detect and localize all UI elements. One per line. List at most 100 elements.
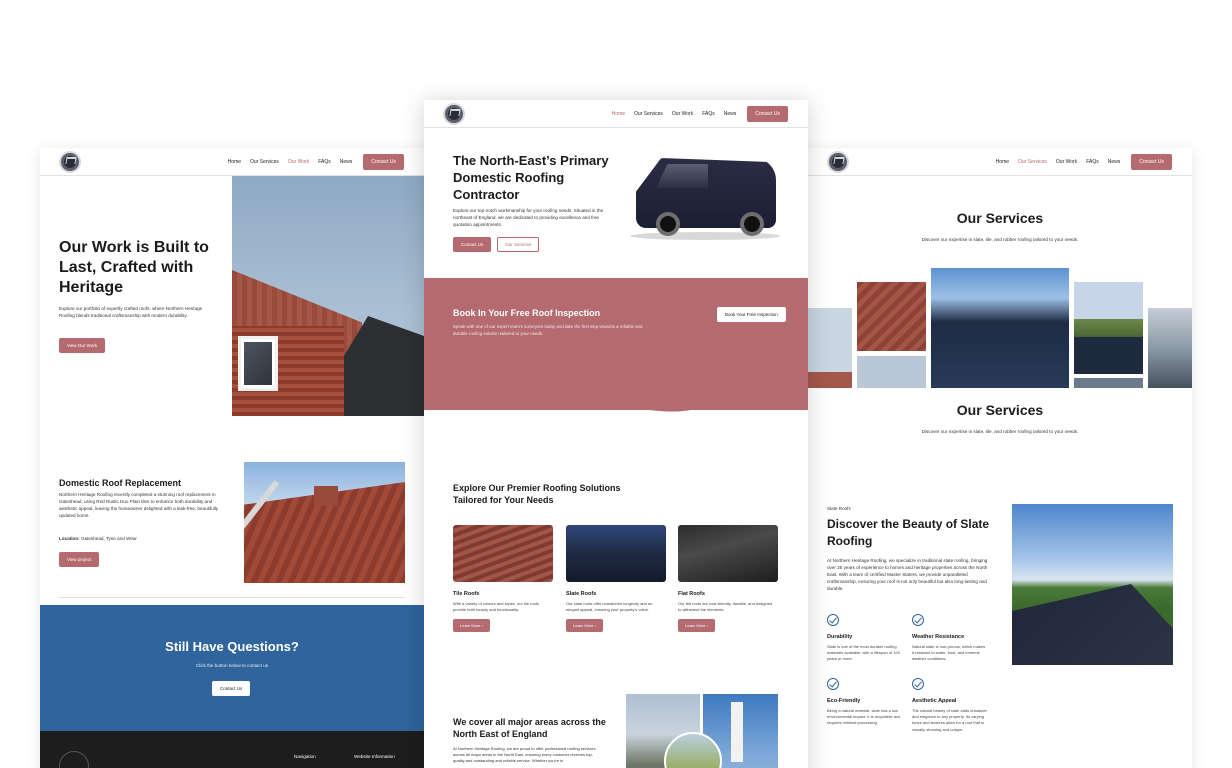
card-description: With a variety of colours and styles, ou… (453, 601, 540, 612)
nav-news[interactable]: News (340, 159, 353, 165)
learn-more-button[interactable]: Learn More › (566, 618, 603, 632)
flat-roof-image (678, 525, 778, 582)
card-title: Tile Roofs (453, 591, 480, 597)
gallery-image (1148, 308, 1192, 388)
gallery-image (1074, 282, 1143, 374)
nav-home[interactable]: Home (612, 111, 625, 117)
location-label: Location: (59, 536, 80, 541)
nav-our-work[interactable]: Our Work (672, 111, 693, 117)
service-card-tile: Tile Roofs With a variety of colours and… (453, 525, 553, 632)
navbar: Home Our Services Our Work FAQs News Con… (808, 148, 1192, 176)
check-circle-icon (912, 614, 924, 626)
navbar: Home Our Services Our Work FAQs News Con… (424, 100, 808, 128)
coverage-title: We cover all major areas across the Nort… (453, 717, 606, 739)
feature-durability: Durability Slate is one of the most dura… (827, 614, 907, 663)
questions-title: Still Have Questions? (165, 639, 299, 654)
hero-description: Explore our top-notch workmanship for yo… (453, 208, 604, 227)
check-circle-icon (827, 614, 839, 626)
check-circle-icon (912, 678, 924, 690)
company-van-image (622, 150, 782, 250)
showcase-canvas: Home Our Services Our Work FAQs News Con… (0, 0, 1232, 768)
lighthouse-image (731, 702, 743, 762)
services-subtitle-repeat: Discover our expertise in slate, tile, a… (921, 429, 1079, 434)
feature-body: Being a natural material, slate has a lo… (827, 708, 901, 726)
contact-us-button[interactable]: Contact Us (363, 154, 404, 170)
learn-more-button[interactable]: Learn More › (453, 618, 490, 632)
questions-contact-button[interactable]: Contact Us (212, 681, 251, 696)
learn-more-button[interactable]: Learn More › (678, 618, 715, 632)
card-description: Our felt roofs are cost-friendly, durabl… (678, 601, 773, 612)
questions-banner (40, 605, 424, 731)
book-inspection-button[interactable]: Book Your Free Inspection (717, 307, 786, 322)
view-our-work-button[interactable]: View Our Work (59, 338, 106, 353)
location-value: Gateshead, Tyne and Wear (80, 536, 137, 541)
company-logo-icon[interactable] (827, 151, 849, 173)
inspection-title: Book In Your Free Roof Inspection (453, 308, 601, 318)
project-roof-image (244, 462, 405, 583)
hero-title: Our Work is Built to Last, Crafted with … (59, 239, 209, 296)
feature-body: The natural beauty of slate adds charact… (912, 708, 987, 732)
check-circle-icon (827, 678, 839, 690)
hero-services-button[interactable]: Our Services (497, 237, 540, 252)
contact-us-button[interactable]: Contact Us (1131, 154, 1172, 170)
inspection-description: Speak with one of our expert team's surv… (453, 324, 643, 336)
slate-roof-image (1012, 504, 1173, 665)
gallery-image (808, 308, 852, 388)
coverage-collage (626, 694, 778, 768)
nav-home[interactable]: Home (228, 159, 241, 165)
project-title: Domestic Roof Replacement (59, 478, 182, 488)
services-title-repeat: Our Services (956, 402, 1044, 418)
card-description: Our slate roofs offer unmatched longevit… (566, 601, 653, 612)
hero-buttons: Contact Us Our Services (453, 237, 540, 252)
nav-news[interactable]: News (1108, 159, 1121, 165)
nav-links: Home Our Services Our Work FAQs News Con… (612, 100, 788, 128)
company-logo-icon[interactable] (59, 151, 81, 173)
feature-weather-resistance: Weather Resistance Natural slate is non-… (912, 614, 992, 663)
nav-news[interactable]: News (724, 111, 737, 117)
footer-website-info-heading: Website Information (354, 754, 395, 759)
nav-our-services[interactable]: Our Services (1018, 159, 1047, 165)
nav-faqs[interactable]: FAQs (1086, 159, 1099, 165)
nav-our-work[interactable]: Our Work (1056, 159, 1077, 165)
nav-links: Home Our Services Our Work FAQs News Con… (228, 148, 404, 176)
section-divider (59, 597, 405, 598)
feature-body: Slate is one of the most durable roofing… (827, 644, 900, 662)
hero-description: Explore our portfolio of expertly crafte… (59, 306, 203, 318)
hero-contact-button[interactable]: Contact Us (453, 237, 492, 252)
nav-our-work[interactable]: Our Work (288, 159, 309, 165)
nav-our-services[interactable]: Our Services (250, 159, 279, 165)
slate-roof-image (566, 525, 666, 582)
slate-title: Discover the Beauty of Slate Roofing (827, 517, 990, 548)
service-card-slate: Slate Roofs Our slate roofs offer unmatc… (566, 525, 666, 632)
feature-eco-friendly: Eco-Friendly Being a natural material, s… (827, 678, 907, 727)
nav-links: Home Our Services Our Work FAQs News Con… (996, 148, 1172, 176)
services-title: Our Services (956, 210, 1044, 226)
service-card-flat: Flat Roofs Our felt roofs are cost-frien… (678, 525, 778, 632)
services-subtitle: Discover our expertise in slate, tile, a… (921, 237, 1079, 242)
feature-body: Natural slate is non-porous, which makes… (912, 644, 986, 662)
nav-faqs[interactable]: FAQs (318, 159, 331, 165)
nav-faqs[interactable]: FAQs (702, 111, 715, 117)
company-logo-icon[interactable] (443, 103, 465, 125)
banner-wave-decoration (424, 366, 808, 412)
feature-title: Eco-Friendly (827, 698, 861, 704)
tile-roof-image (453, 525, 553, 582)
feature-title: Aesthetic Appeal (912, 698, 957, 704)
slate-description: At Northern Heritage Roofing, we special… (827, 558, 988, 591)
contact-us-button[interactable]: Contact Us (747, 106, 788, 122)
hero-title: The North-East’s Primary Domestic Roofin… (453, 153, 609, 202)
questions-subtitle: Click the button below to contact us (195, 663, 269, 668)
gallery-image (1074, 378, 1143, 388)
nav-our-services[interactable]: Our Services (634, 111, 663, 117)
slate-kicker: Slate Roofs (827, 506, 851, 511)
hero-house-image (232, 176, 424, 416)
nav-home[interactable]: Home (996, 159, 1009, 165)
card-title: Flat Roofs (678, 591, 705, 597)
footer (40, 731, 424, 768)
home-page-mockup: Home Our Services Our Work FAQs News Con… (424, 100, 808, 768)
gallery-image (857, 282, 926, 351)
view-project-button[interactable]: View project (59, 552, 100, 567)
navbar: Home Our Services Our Work FAQs News Con… (40, 148, 424, 176)
footer-navigation-heading: Navigation (294, 754, 316, 759)
feature-title: Durability (827, 634, 853, 640)
